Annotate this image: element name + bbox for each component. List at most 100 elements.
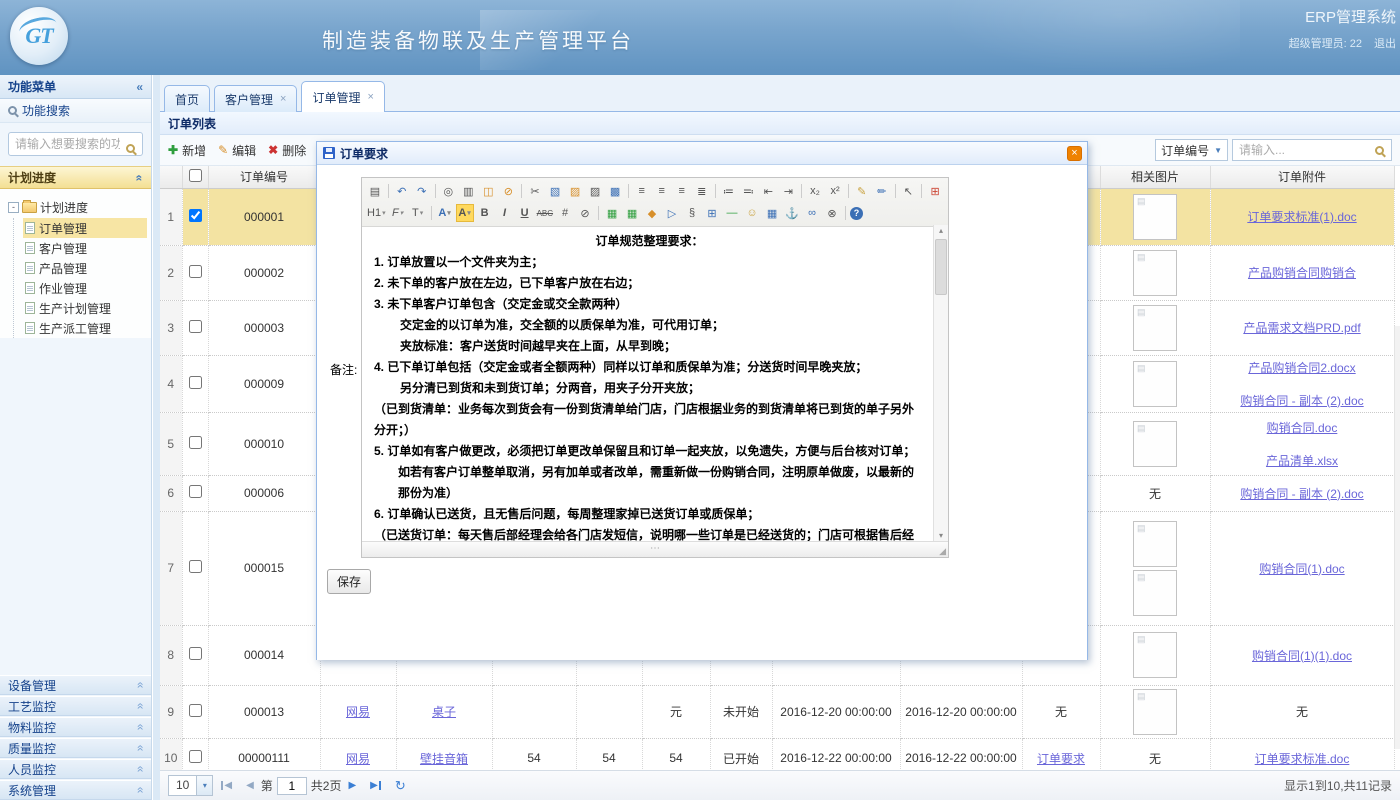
sidebar-item-customer[interactable]: 客户管理 [23, 238, 147, 258]
attachment-link[interactable]: 订单要求标准(1).doc [1247, 208, 1356, 225]
paste-icon[interactable]: ▨ [566, 182, 584, 200]
cut-icon[interactable]: ✂ [526, 182, 544, 200]
table-row[interactable]: 9000013网易桌子元未开始2016-12-20 00:00:002016-1… [160, 685, 1394, 738]
copy-icon[interactable]: ▧ [546, 182, 564, 200]
subscript-icon[interactable]: x₂ [806, 182, 824, 200]
bold-icon[interactable]: B [476, 204, 494, 222]
row-checkbox[interactable] [189, 485, 202, 498]
attachment-link[interactable]: 订单要求标准.doc [1255, 750, 1350, 767]
quick-format-icon[interactable]: ✏ [873, 182, 891, 200]
hr-icon[interactable]: ― [723, 204, 741, 222]
attachment-link[interactable]: 产品清单.xlsx [1266, 452, 1338, 469]
link-icon[interactable]: ∞ [803, 204, 821, 222]
sidebar-item-production-plan[interactable]: 生产计划管理 [23, 298, 147, 318]
refresh-icon[interactable]: ↻ [395, 778, 406, 794]
align-right-icon[interactable]: ≡ [673, 182, 691, 200]
row-checkbox[interactable] [189, 436, 202, 449]
function-search-header[interactable]: 功能搜索 [0, 99, 151, 123]
template-icon[interactable]: ◫ [479, 182, 497, 200]
customer-cell-link[interactable]: 网易 [346, 705, 370, 719]
strikethrough-icon[interactable]: ABC [536, 204, 554, 222]
tab-home[interactable]: 首页 [164, 85, 210, 112]
row-checkbox[interactable] [189, 320, 202, 333]
sidebar-item-production-dispatch[interactable]: 生产派工管理 [23, 318, 147, 338]
customer-cell-link[interactable]: 网易 [346, 752, 370, 766]
quote-icon[interactable]: ⊘ [576, 204, 594, 222]
sidebar-item-order[interactable]: 订单管理 [23, 218, 147, 238]
delete-button[interactable]: ✖删除 [268, 142, 306, 159]
page-number-input[interactable] [277, 777, 307, 795]
accordion-plan-progress[interactable]: 计划进度 « [0, 166, 151, 189]
fullscreen-icon[interactable]: ⊞ [926, 182, 944, 200]
add-button[interactable]: ✚新增 [168, 142, 206, 159]
attachment-icon[interactable]: § [683, 204, 701, 222]
page-size-select[interactable]: 10 ▾ [168, 775, 213, 796]
accordion-personnel[interactable]: 人员监控» [0, 759, 151, 779]
accordion-material[interactable]: 物料监控» [0, 717, 151, 737]
row-checkbox[interactable] [189, 560, 202, 573]
attachment-link[interactable]: 产品购销合同购销合 [1248, 264, 1356, 281]
resize-corner-icon[interactable]: ◢ [939, 546, 946, 557]
outdent-icon[interactable]: ⇤ [759, 182, 777, 200]
font-size-select[interactable]: T [409, 204, 427, 222]
paste-word-icon[interactable]: ▩ [606, 182, 624, 200]
attachment-link[interactable]: 购销合同(1)(1).doc [1252, 647, 1352, 664]
requirement-cell-link[interactable]: 订单要求 [1037, 752, 1085, 766]
scrollbar-thumb[interactable] [935, 239, 947, 295]
product-cell-link[interactable]: 桌子 [432, 705, 456, 719]
search-icon[interactable] [126, 144, 135, 153]
editor-scrollbar[interactable]: ▴ ▾ [933, 225, 948, 541]
attachment-link[interactable]: 购销合同 - 副本 (2).doc [1240, 392, 1363, 409]
multi-image-icon[interactable]: ▦ [623, 204, 641, 222]
search-field-select[interactable]: 订单编号 ▼ [1155, 139, 1228, 161]
picture-icon[interactable]: ▦ [763, 204, 781, 222]
scroll-down-icon[interactable]: ▾ [934, 531, 948, 540]
product-cell-link[interactable]: 壁挂音箱 [420, 752, 468, 766]
grid-scrollbar[interactable] [1394, 326, 1400, 749]
tab-order-mgmt[interactable]: 订单管理× [301, 81, 384, 112]
row-checkbox[interactable] [189, 376, 202, 389]
indent-icon[interactable]: ⇥ [779, 182, 797, 200]
scroll-up-icon[interactable]: ▴ [934, 226, 948, 235]
undo-icon[interactable]: ↶ [393, 182, 411, 200]
accordion-process[interactable]: 工艺监控» [0, 696, 151, 716]
close-button[interactable]: × [1067, 146, 1082, 161]
sidebar-item-job[interactable]: 作业管理 [23, 278, 147, 298]
dialog-header[interactable]: 订单要求 × [317, 142, 1087, 165]
unlink-icon[interactable]: ⊗ [823, 204, 841, 222]
tree-root-plan-progress[interactable]: - 计划进度 [8, 197, 147, 218]
align-center-icon[interactable]: ≡ [653, 182, 671, 200]
row-checkbox[interactable] [189, 265, 202, 278]
tab-customer-mgmt[interactable]: 客户管理× [214, 85, 297, 112]
sidebar-item-product[interactable]: 产品管理 [23, 258, 147, 278]
underline-icon[interactable]: U [516, 204, 534, 222]
tree-collapse-icon[interactable]: - [8, 202, 19, 213]
select-all-icon[interactable]: ↖ [899, 182, 917, 200]
row-checkbox[interactable] [189, 704, 202, 717]
row-checkbox[interactable] [189, 209, 202, 222]
edit-button[interactable]: ✎编辑 [218, 142, 256, 159]
editor-content[interactable]: 订单规范整理要求：1. 订单放置以一个文件夹为主；2. 未下单的客户放在左边，已… [362, 225, 933, 541]
attachment-link[interactable]: 产品购销合同2.docx [1248, 359, 1355, 376]
accordion-system[interactable]: 系统管理» [0, 780, 151, 800]
table-icon[interactable]: ⊞ [703, 204, 721, 222]
print-icon[interactable]: ▥ [459, 182, 477, 200]
image-upload-icon[interactable]: ▦ [603, 204, 621, 222]
format-brush-icon[interactable]: ✎ [853, 182, 871, 200]
highlight-color-icon[interactable]: A [456, 204, 474, 222]
text-color-icon[interactable]: A [436, 204, 454, 222]
source-icon[interactable]: ▤ [366, 182, 384, 200]
attachment-link[interactable]: 产品需求文档PRD.pdf [1243, 319, 1360, 336]
row-checkbox[interactable] [189, 750, 202, 763]
sidebar-collapse-icon[interactable]: « [136, 80, 143, 94]
anchor-icon[interactable]: ⚓ [783, 204, 801, 222]
superscript-icon[interactable]: x² [826, 182, 844, 200]
sidebar-splitter[interactable] [153, 75, 160, 800]
redo-icon[interactable]: ↷ [413, 182, 431, 200]
flash-icon[interactable]: ◆ [643, 204, 661, 222]
next-page-button[interactable]: ▶ [348, 780, 356, 791]
font-family-select[interactable]: F [389, 204, 407, 222]
clear-doc-icon[interactable]: ⊘ [499, 182, 517, 200]
unordered-list-icon[interactable]: ≕ [739, 182, 757, 200]
prev-page-button[interactable]: ◀ [246, 780, 254, 791]
